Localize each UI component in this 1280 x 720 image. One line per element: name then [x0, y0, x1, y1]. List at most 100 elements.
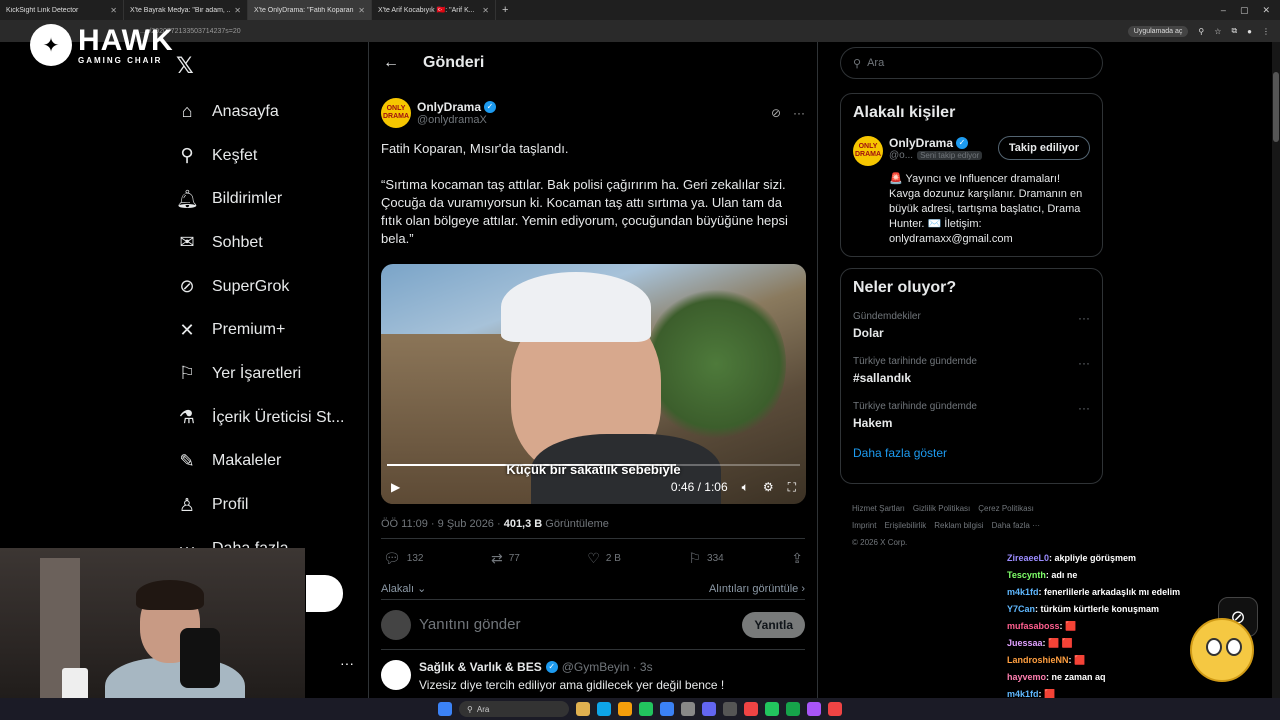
x-logo-icon[interactable]: 𝕏	[176, 53, 194, 79]
trend-item[interactable]: Türkiye tarihinde gündemde Hakem ···	[853, 401, 1090, 430]
sidebar-item[interactable]: ✉ Sohbet	[176, 221, 344, 265]
play-icon[interactable]: ▶	[391, 480, 400, 494]
view-label: Görüntüleme	[542, 518, 609, 530]
view-quotes-link[interactable]: Alıntıları görüntüle ›	[709, 583, 805, 595]
open-in-app-button[interactable]: Uygulamada aç	[1127, 25, 1189, 37]
video-player[interactable]: Küçük bir sakatlık sebebiyle ▶ 0:46 / 1:…	[381, 264, 806, 504]
like-button[interactable]: ♡ 2 B	[587, 550, 621, 567]
footer-link[interactable]: Gizlilik Politikası	[913, 504, 970, 513]
widgets-icon[interactable]	[576, 702, 590, 716]
avatar[interactable]: ONLY DRAMA	[381, 98, 411, 128]
more-options-icon[interactable]: ···	[1078, 401, 1090, 430]
more-options-icon[interactable]: ···	[1078, 356, 1090, 385]
footer-link[interactable]: Erişilebilirlik	[884, 521, 926, 530]
settings-icon[interactable]: ⚙	[763, 480, 774, 494]
sidebar-item[interactable]: ⚗ İçerik Üreticisi St...	[176, 396, 345, 440]
profile-icon[interactable]: ●	[1247, 27, 1252, 36]
browser-tab[interactable]: X'te Bayrak Medya: "Bir adam, ... ✕	[124, 0, 248, 20]
reply-input[interactable]: Yanıtını gönder	[419, 616, 734, 633]
sidebar-item[interactable]: ♙ Profil	[176, 483, 344, 527]
browser-tab-active[interactable]: X'te OnlyDrama: "Fatih Koparan... ✕	[248, 0, 372, 20]
following-button[interactable]: Takip ediliyor	[997, 136, 1090, 160]
related-dropdown[interactable]: Alakalı ⌄	[381, 582, 426, 595]
person-name[interactable]: OnlyDrama	[889, 136, 953, 150]
reply-post[interactable]: Sağlık & Varlık & BES ✓ @GymBeyin · 3s Viz…	[381, 650, 805, 692]
sidebar-item[interactable]: ⌂ Anasayfa	[176, 90, 344, 134]
person-handle: @o...	[889, 150, 914, 161]
file-explorer-icon[interactable]	[618, 702, 632, 716]
trend-item[interactable]: Gündemdekiler Dolar ···	[853, 311, 1090, 340]
grok-icon[interactable]: ⊘	[771, 106, 781, 120]
taskbar-search[interactable]: ⚲ Ara	[459, 701, 569, 717]
author-handle[interactable]: @onlydramaX	[417, 114, 765, 126]
windows-start-icon[interactable]	[438, 702, 452, 716]
close-window-icon[interactable]: ✕	[1262, 5, 1270, 16]
sidebar-item[interactable]: ⊘ SuperGrok	[176, 265, 344, 309]
author-name[interactable]: Sağlık & Varlık & BES	[419, 660, 542, 674]
discord-icon[interactable]	[702, 702, 716, 716]
taskbar-search-label: Ara	[476, 704, 490, 714]
post-time[interactable]: ÖÖ 11:09 · 9 Şub 2026 ·	[381, 518, 504, 530]
reply-submit-button[interactable]: Yanıtla	[742, 611, 805, 638]
sidebar-item[interactable]: ⚐ Yer İşaretleri	[176, 352, 344, 396]
trend-item[interactable]: Türkiye tarihinde gündemde #sallandık ···	[853, 356, 1090, 385]
address-bar[interactable]: ...s/2020772133503714237s=20 Uygulamada …	[0, 20, 1280, 42]
menu-icon[interactable]: ⋮	[1262, 27, 1270, 36]
browser-tab[interactable]: X'te Arif Kocabıyık 🇹🇷: "Arif K... ✕	[372, 0, 496, 20]
scrollbar-thumb[interactable]	[1273, 72, 1279, 142]
sidebar-item-label: Keşfet	[212, 146, 258, 164]
share-button[interactable]: ⇪	[791, 550, 803, 567]
post-button-partial[interactable]	[306, 575, 343, 612]
footer-link[interactable]: Çerez Politikası	[978, 504, 1034, 513]
sidebar-item[interactable]: ✎ Makaleler	[176, 440, 344, 484]
avatar[interactable]	[381, 660, 411, 690]
sidebar-item[interactable]: ⚲ Keşfet	[176, 134, 344, 178]
footer-link[interactable]: Imprint	[852, 521, 876, 530]
chat-message: ZireaeeL0: akpliyle görüşmem	[1007, 550, 1180, 567]
close-tab-icon[interactable]: ✕	[110, 6, 117, 15]
more-options-icon[interactable]: ···	[1078, 311, 1090, 340]
sidebar-item[interactable]: 🔔︎ Bildirimler	[176, 177, 344, 221]
scrollbar[interactable]	[1272, 42, 1280, 698]
extensions-icon[interactable]: ⧉	[1231, 26, 1237, 36]
account-more-icon[interactable]: ···	[340, 655, 354, 671]
close-tab-icon[interactable]: ✕	[482, 6, 489, 15]
bookmark-button[interactable]: ⚐ 334	[688, 550, 723, 567]
fullscreen-icon[interactable]: ⛶	[788, 480, 796, 495]
reply-button[interactable]: 💬︎ 132	[383, 550, 423, 567]
app-icon[interactable]	[828, 702, 842, 716]
app-icon[interactable]	[765, 702, 779, 716]
chat-text: : ne zaman aq	[1046, 672, 1106, 682]
new-tab-icon[interactable]: +	[496, 4, 514, 16]
app-icon[interactable]	[744, 702, 758, 716]
footer-link[interactable]: Hizmet Şartları	[852, 504, 905, 513]
browser-tab[interactable]: KickSight Link Detector ✕	[0, 0, 124, 20]
close-tab-icon[interactable]: ✕	[234, 6, 241, 15]
app-icon[interactable]	[681, 702, 695, 716]
emote-eye	[1206, 638, 1222, 656]
repost-button[interactable]: ⇄ 77	[491, 550, 520, 567]
author-name[interactable]: OnlyDrama	[417, 100, 481, 114]
sidebar-item[interactable]: ✕ Premium+	[176, 308, 344, 352]
volume-icon[interactable]: 🔈︎	[742, 480, 749, 495]
zoom-icon[interactable]: ⚲	[1198, 27, 1204, 36]
app-icon[interactable]	[807, 702, 821, 716]
webcam-streamer-hair	[136, 580, 204, 610]
close-tab-icon[interactable]: ✕	[358, 6, 365, 15]
app-icon[interactable]	[723, 702, 737, 716]
star-icon[interactable]: ☆	[1214, 27, 1221, 36]
relevant-person[interactable]: ONLY DRAMA OnlyDrama ✓ @o... Seni takip ed…	[853, 136, 1090, 166]
spotify-icon[interactable]	[786, 702, 800, 716]
minimize-icon[interactable]: –	[1221, 5, 1226, 16]
avatar[interactable]: ONLY DRAMA	[853, 136, 883, 166]
search-input[interactable]: ⚲ Ara	[840, 47, 1103, 79]
more-options-icon[interactable]: ···	[793, 106, 805, 120]
footer-link[interactable]: Reklam bilgisi	[934, 521, 983, 530]
show-more-link[interactable]: Daha fazla göster	[853, 446, 1090, 460]
app-icon[interactable]	[597, 702, 611, 716]
back-arrow-icon[interactable]: ←	[383, 54, 399, 72]
app-icon[interactable]	[660, 702, 674, 716]
chrome-icon[interactable]	[639, 702, 653, 716]
footer-link[interactable]: Daha fazla ···	[992, 521, 1040, 530]
maximize-icon[interactable]: ▢	[1240, 5, 1249, 16]
